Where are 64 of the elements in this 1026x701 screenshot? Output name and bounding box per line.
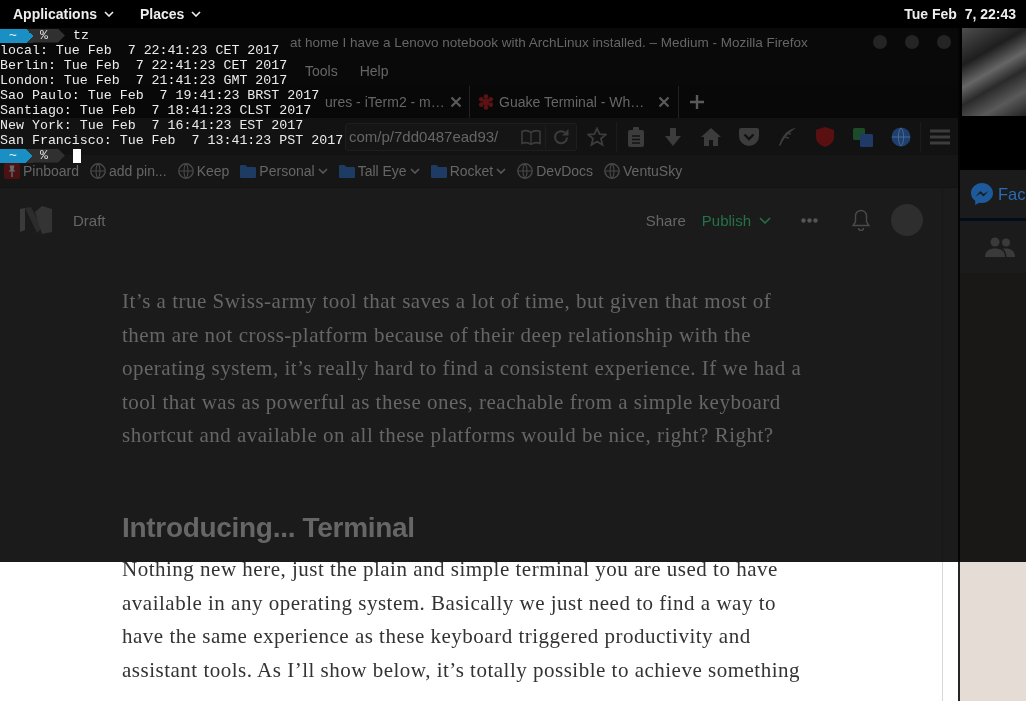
bookmark-item[interactable]: add pin... — [89, 162, 168, 180]
bookmark-item[interactable]: Rocket — [429, 162, 508, 180]
pushpin-icon — [4, 163, 20, 179]
plus-icon — [690, 95, 704, 109]
globe-icon — [177, 163, 194, 179]
globe-icon — [90, 163, 107, 179]
notifications-button[interactable] — [852, 209, 870, 231]
menu-icon — [929, 128, 950, 145]
book-icon — [520, 128, 541, 145]
terminal-output-line: San Francisco: Tue Feb 7 13:41:23 PST 2017 — [0, 133, 344, 148]
shield-icon — [816, 126, 834, 147]
home-icon — [701, 127, 721, 146]
app-title: Fac — [998, 184, 1026, 204]
caret-icon — [496, 168, 507, 174]
url-field[interactable]: com/p/7dd0487ead93/ — [345, 122, 577, 151]
terminal-output-line: Santiago: Tue Feb 7 18:41:23 CLST 2017 — [0, 103, 312, 118]
prompt-symbol: % — [33, 148, 65, 163]
overlapping-squares-icon — [853, 126, 873, 147]
bookmark-item[interactable]: VentuSky — [603, 162, 684, 180]
globe-icon — [517, 163, 534, 179]
share-button[interactable]: Share — [645, 211, 686, 229]
caret-icon — [759, 216, 771, 224]
bell-icon — [852, 209, 870, 231]
menu-item[interactable]: Tools — [299, 61, 344, 81]
terminal-output-line: London: Tue Feb 7 21:41:23 GMT 2017 — [0, 73, 288, 88]
caret-icon — [317, 168, 328, 174]
publish-button[interactable]: Publish — [701, 211, 771, 229]
terminal-output-line: New York: Tue Feb 7 16:41:23 EST 2017 — [0, 118, 304, 133]
reload-icon — [552, 127, 570, 146]
bookmark-item[interactable]: Personal — [239, 162, 329, 180]
menu-item[interactable]: Help — [353, 61, 395, 81]
close-icon — [449, 96, 462, 108]
logo-icon[interactable] — [20, 206, 52, 234]
globe-icon — [604, 163, 621, 179]
terminal-output-line: Berlin: Tue Feb 7 22:41:23 CET 2017 — [0, 58, 288, 73]
caret-icon — [191, 11, 202, 17]
download-icon — [665, 127, 681, 146]
terminal-output-line: Sao Paulo: Tue Feb 7 19:41:23 BRST 2017 — [0, 88, 320, 103]
article-paragraph: Nothing new here, just the plain and simple terminal you are used to have available in any operating system. Basically we just need to find a way to have the same experience as these keyboard triggered productivity and assistant tools. As I’ll show below, it’s totally possible to achieve something — [122, 556, 801, 684]
clock[interactable]: Tue Feb 7, 22:43 — [904, 6, 1016, 22]
terminal-output-line: local: Tue Feb 7 22:41:23 CET 2017 — [0, 43, 280, 58]
bookmark-item[interactable]: Keep — [176, 162, 231, 180]
window-title: at home I have a Lenovo notebook with ArchLinux installed. – Medium - Mozilla Firefox — [290, 34, 808, 50]
feather-icon — [777, 126, 797, 147]
caret-icon — [409, 168, 420, 174]
tab-close-button[interactable] — [658, 96, 670, 108]
bookmark-item[interactable]: Tall Eye — [337, 162, 421, 180]
caret-icon — [104, 11, 114, 17]
pocket-icon — [739, 127, 759, 146]
article-paragraph: It’s a true Swiss-army tool that saves a lot of time, but given that most of them are not cross-platform because of their deep relationship with the operating system, it’s really hard to find a consistent experience. If we had a tool that was as powerful as these ones, reachable from a simple keyboard shortcut and available on all these platforms would be nice, right? Right? — [122, 288, 803, 449]
messenger-icon — [971, 183, 993, 205]
article-heading: Introducing... Terminal — [122, 511, 416, 545]
people-icon — [985, 237, 1015, 257]
close-icon — [658, 96, 670, 108]
top-bar-menu[interactable]: Applications — [4, 2, 123, 26]
draft-status: Draft — [73, 211, 106, 229]
prompt-directory: ~ — [0, 28, 33, 43]
top-bar-menu[interactable]: Places — [131, 2, 211, 26]
bookmark-item[interactable]: DevDocs — [516, 162, 595, 180]
tab-close-button[interactable] — [449, 96, 462, 108]
prompt-symbol: % — [33, 28, 65, 43]
prompt-directory: ~ — [0, 148, 33, 163]
star-icon — [587, 126, 607, 147]
terminal-command: tz — [72, 28, 89, 43]
